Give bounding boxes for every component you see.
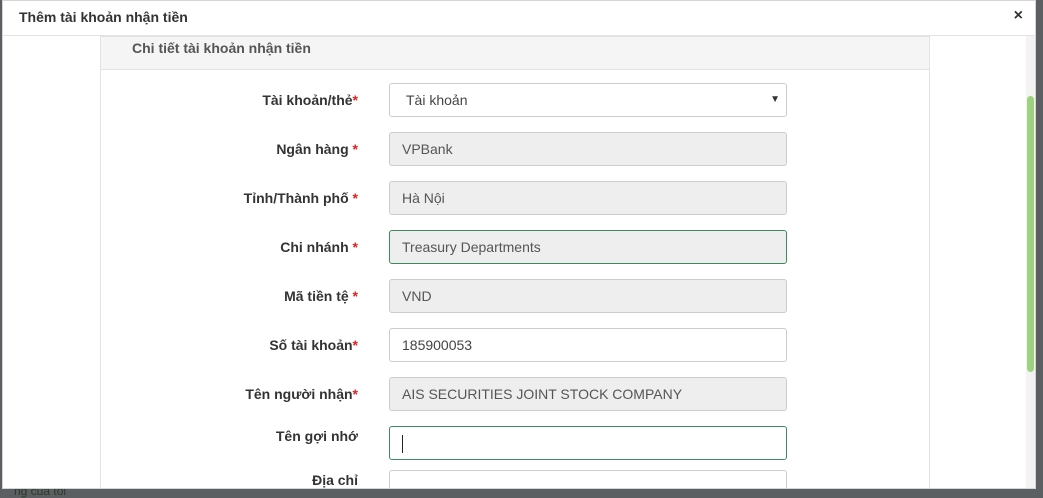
currency-field[interactable]: VND (389, 279, 787, 313)
nickname-label: Tên gợi nhớ (275, 428, 358, 444)
modal-header: Thêm tài khoản nhận tiền × (3, 1, 1035, 36)
form-row-currency: Mã tiền tệ * VND (101, 279, 931, 315)
recipient-name-field[interactable]: AIS SECURITIES JOINT STOCK COMPANY (389, 377, 787, 411)
form-row-nickname: Tên gợi nhớ (101, 426, 931, 462)
account-type-label: Tài khoản/thẻ* (262, 92, 358, 108)
modal-title: Thêm tài khoản nhận tiền (19, 9, 188, 25)
account-type-selected-value: Tài khoản (406, 92, 468, 108)
account-details-panel: Chi tiết tài khoản nhận tiền Tài khoản/t… (100, 36, 931, 488)
close-icon[interactable]: × (1014, 7, 1023, 25)
scrollbar-thumb[interactable] (1027, 96, 1034, 372)
text-cursor (402, 435, 403, 453)
address-input[interactable] (389, 470, 787, 488)
currency-label: Mã tiền tệ * (284, 288, 358, 304)
account-number-input[interactable]: 185900053 (389, 328, 787, 362)
province-field[interactable]: Hà Nội (389, 181, 787, 215)
branch-label: Chi nhánh * (280, 239, 358, 255)
modal-scrollbar[interactable] (1026, 36, 1035, 488)
form-row-bank: Ngân hàng * VPBank (101, 132, 931, 168)
panel-title: Chi tiết tài khoản nhận tiền (132, 40, 311, 56)
form-row-account-number: Số tài khoản* 185900053 (101, 328, 931, 364)
form-row-account-type: Tài khoản/thẻ* Tài khoản ▼ (101, 83, 931, 119)
bank-field[interactable]: VPBank (389, 132, 787, 166)
account-type-select[interactable]: Tài khoản ▼ (389, 83, 787, 117)
add-recipient-account-modal: Thêm tài khoản nhận tiền × Chi tiết tài … (2, 0, 1036, 489)
recipient-name-label: Tên người nhận* (245, 386, 358, 402)
chevron-down-icon: ▼ (770, 94, 780, 105)
form-row-recipient-name: Tên người nhận* AIS SECURITIES JOINT STO… (101, 377, 931, 413)
address-label: Địa chỉ (312, 472, 358, 488)
form-row-branch: Chi nhánh * Treasury Departments (101, 230, 931, 266)
form-row-address: Địa chỉ (101, 470, 931, 488)
branch-field[interactable]: Treasury Departments (389, 230, 787, 264)
account-number-label: Số tài khoản* (269, 337, 358, 353)
form-row-province: Tỉnh/Thành phố * Hà Nội (101, 181, 931, 217)
bank-label: Ngân hàng * (276, 141, 358, 157)
panel-header: Chi tiết tài khoản nhận tiền (101, 37, 929, 70)
province-label: Tỉnh/Thành phố * (243, 190, 358, 206)
nickname-input[interactable] (389, 426, 787, 460)
